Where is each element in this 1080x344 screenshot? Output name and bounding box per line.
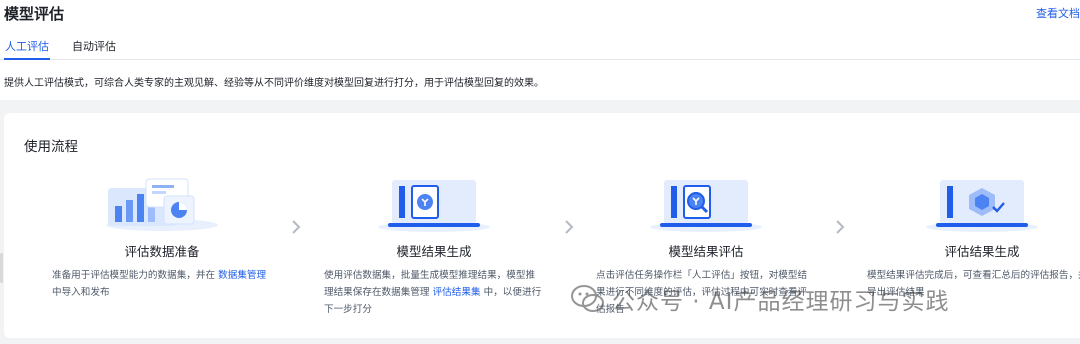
- step-title: 评估数据准备: [124, 244, 200, 259]
- step-result-evaluation: 模型结果评估 点击评估任务操作栏「人工评估」按钮，对模型结果进行不同维度的评估，…: [596, 173, 816, 333]
- magnifier-monitor-icon: [650, 180, 762, 232]
- dataset-chart-icon: [106, 178, 218, 231]
- step-desc-text: 准备用于评估模型能力的数据集，并在: [52, 270, 219, 281]
- step-description: 模型结果评估完成后，可查看汇总后的评估报告，并导出评估结果: [867, 270, 1080, 298]
- tab-manual-eval[interactable]: 人工评估: [5, 38, 49, 54]
- step-description: 点击评估任务操作栏「人工评估」按钮，对模型结果进行不同维度的评估，评估过程中可实…: [596, 270, 808, 315]
- page-description: 提供人工评估模式，可综合人类专家的主观见解、经验等从不同评价维度对模型回复进行打…: [4, 78, 544, 89]
- page-title: 模型评估: [4, 5, 65, 23]
- dataset-management-link[interactable]: 数据集管理: [218, 270, 266, 281]
- model-monitor-icon: [378, 180, 490, 232]
- usage-process-card: 使用流程 评估数据准备 准备用于评估模型能力的数据集，并在 数据集管理 中导入和…: [4, 113, 1080, 338]
- step-result-generation: 模型结果生成 使用评估数据集，批量生成模型推理结果，模型推理结果保存在数据集管理…: [324, 173, 544, 333]
- step-description: 使用评估数据集，批量生成模型推理结果，模型推理结果保存在数据集管理 评估结果集 …: [324, 267, 544, 318]
- step-description: 准备用于评估模型能力的数据集，并在 数据集管理 中导入和发布: [52, 267, 272, 301]
- scroll-handle[interactable]: [0, 253, 3, 283]
- page-header-area: 模型评估 查看文档 人工评估 自动评估 提供人工评估模式，可综合人类专家的主观见…: [0, 0, 1080, 100]
- step-result-output: 评估结果生成 模型结果评估完成后，可查看汇总后的评估报告，并导出评估结果: [867, 173, 1080, 333]
- step-title: 模型结果生成: [396, 244, 472, 259]
- active-tab-indicator: [4, 58, 50, 60]
- eval-result-set-link[interactable]: 评估结果集: [433, 287, 481, 298]
- step-desc-text-end: 中导入和发布: [52, 287, 110, 298]
- section-title: 使用流程: [24, 139, 78, 155]
- step-title: 评估结果生成: [944, 244, 1020, 259]
- view-docs-link[interactable]: 查看文档: [1036, 5, 1080, 21]
- chevron-right-icon: [292, 220, 301, 234]
- chevron-right-icon: [836, 220, 845, 234]
- cube-check-monitor-icon: [926, 180, 1038, 232]
- step-title: 模型结果评估: [668, 244, 744, 259]
- step-data-prep: 评估数据准备 准备用于评估模型能力的数据集，并在 数据集管理 中导入和发布: [52, 173, 272, 333]
- chevron-right-icon: [565, 220, 574, 234]
- tab-bar: 人工评估 自动评估: [0, 34, 1080, 60]
- tab-auto-eval[interactable]: 自动评估: [72, 38, 116, 54]
